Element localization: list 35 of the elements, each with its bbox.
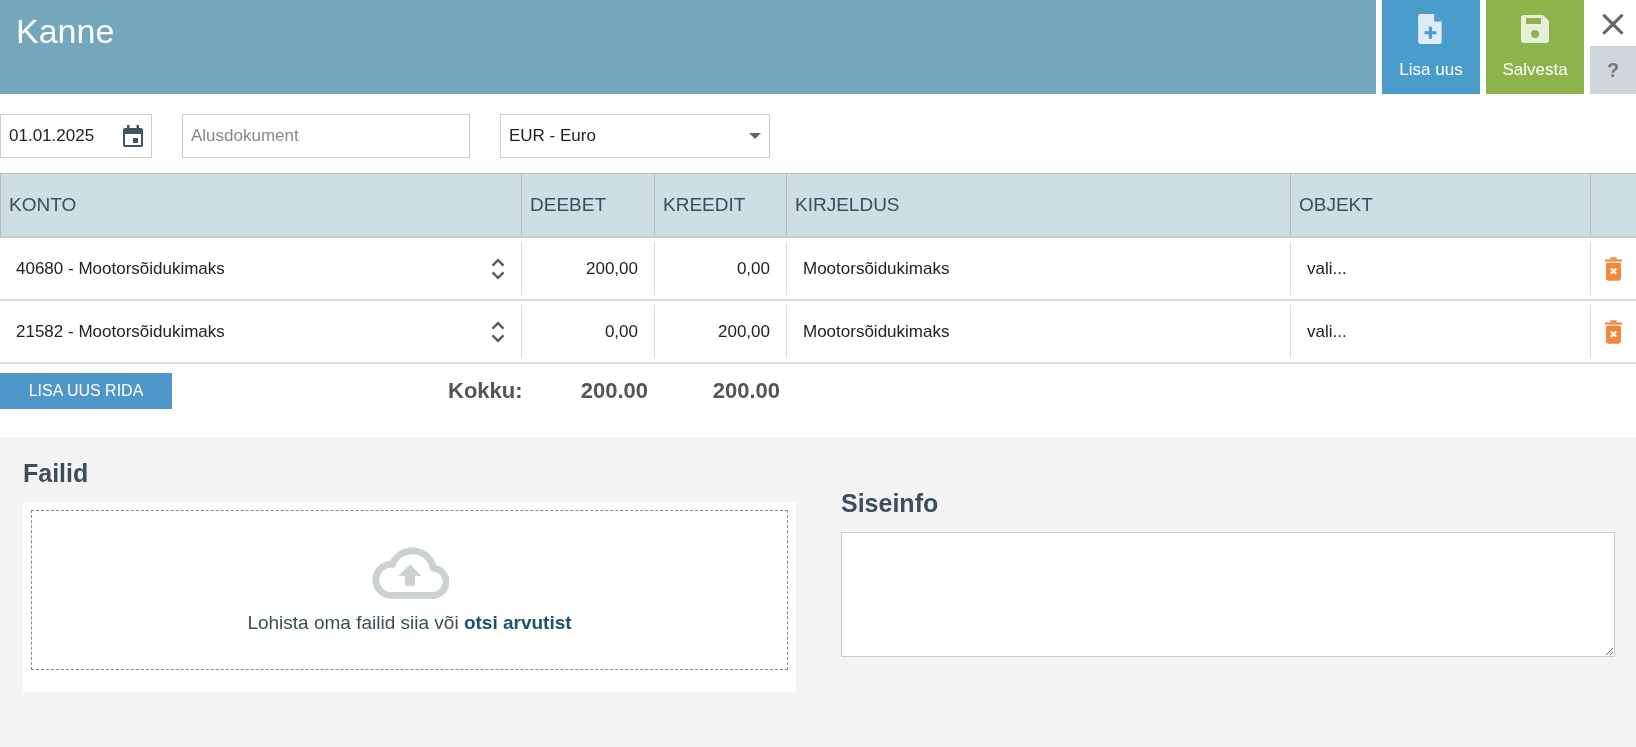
table-cell: 200,00	[522, 242, 655, 295]
dropzone-instructions: Lohista oma failid siia või otsi arvutist	[247, 612, 572, 634]
column-header: KREEDIT	[655, 174, 787, 236]
delete-trash-icon[interactable]	[1605, 256, 1622, 281]
object-select[interactable]: vali...	[1291, 305, 1591, 358]
table-cell: Mootorsõidukimaks	[787, 305, 1291, 358]
cloud-upload-icon	[370, 546, 449, 600]
files-heading: Failid	[23, 458, 90, 489]
file-dropzone[interactable]: Lohista oma failid siia või otsi arvutist	[31, 510, 788, 670]
up-down-chevron-icon	[491, 257, 505, 280]
column-header: OBJEKT	[1291, 174, 1591, 236]
internal-info-heading: Siseinfo	[841, 488, 940, 519]
column-header: KONTO	[0, 174, 522, 236]
caret-icon	[749, 133, 761, 139]
new-document-icon	[1417, 14, 1445, 44]
delete-trash-icon[interactable]	[1605, 319, 1622, 344]
up-down-chevron-icon	[491, 320, 505, 343]
total-label: Kokku:	[448, 378, 522, 404]
currency-dropdown[interactable]: EUR - Euro	[500, 114, 770, 158]
table-cell: 0,00	[522, 305, 655, 358]
column-header: KIRJELDUS	[787, 174, 1291, 236]
browse-computer-link[interactable]: otsi arvutist	[463, 612, 572, 633]
table-cell: 0,00	[655, 242, 787, 295]
account-select[interactable]: 40680 - Mootorsõidukimaks	[0, 242, 522, 295]
date-field[interactable]: 01.01.2025	[0, 114, 152, 158]
table-cell: 200,00	[655, 305, 787, 358]
column-header: DEEBET	[522, 174, 655, 236]
debit-total: 200.00	[579, 378, 648, 404]
credit-total: 200.00	[711, 378, 780, 404]
table-cell: Mootorsõidukimaks	[787, 242, 1291, 295]
object-select[interactable]: vali...	[1291, 242, 1591, 295]
calendar-icon	[123, 125, 143, 147]
account-select[interactable]: 21582 - Mootorsõidukimaks	[0, 305, 522, 358]
window-title: Kanne	[0, 0, 1376, 94]
document-input-field[interactable]: Alusdokument	[182, 114, 470, 158]
